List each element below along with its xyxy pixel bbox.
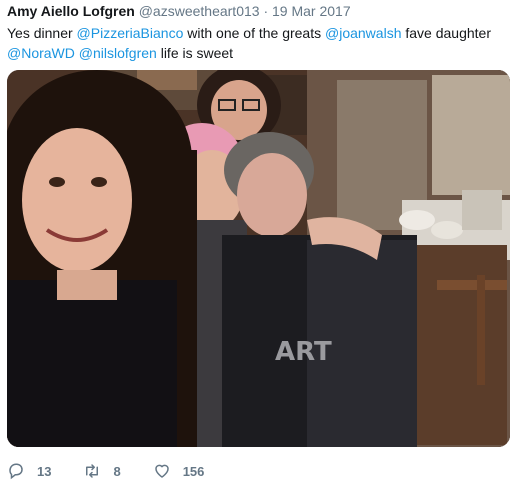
mention-link[interactable]: @NoraWD bbox=[7, 45, 75, 61]
tweet-date[interactable]: 19 Mar 2017 bbox=[272, 3, 351, 19]
mention-link[interactable]: @nilslofgren bbox=[79, 45, 157, 61]
svg-text:ART: ART bbox=[275, 337, 332, 367]
like-button[interactable]: 156 bbox=[153, 462, 205, 480]
retweet-icon bbox=[83, 462, 101, 480]
header-separator: · bbox=[263, 3, 269, 19]
heart-icon bbox=[153, 462, 171, 480]
mention-link[interactable]: @joanwalsh bbox=[325, 25, 401, 41]
tweet-text-part: life is sweet bbox=[156, 45, 234, 61]
retweet-count: 8 bbox=[113, 463, 121, 479]
like-count: 156 bbox=[182, 463, 205, 479]
tweet-text-part: Yes dinner bbox=[7, 25, 77, 41]
reply-count: 13 bbox=[37, 463, 52, 479]
tweet-text-part: with one of the greats bbox=[183, 25, 325, 41]
tweet-card: Amy Aiello Lofgren @azsweetheart013 · 19… bbox=[0, 0, 524, 490]
display-name[interactable]: Amy Aiello Lofgren bbox=[7, 3, 135, 19]
tweet-actions: 13 8 156 bbox=[7, 460, 236, 482]
photo-illustration: ART bbox=[7, 70, 510, 447]
reply-button[interactable]: 13 bbox=[7, 462, 51, 480]
tweet-photo[interactable]: ART bbox=[7, 70, 510, 447]
tweet-text-part: fave daughter bbox=[401, 25, 491, 41]
mention-link[interactable]: @PizzeriaBianco bbox=[77, 25, 184, 41]
reply-icon bbox=[7, 462, 25, 480]
tweet-text: Yes dinner @PizzeriaBianco with one of t… bbox=[7, 23, 517, 63]
user-handle[interactable]: @azsweetheart013 bbox=[139, 3, 260, 19]
retweet-button[interactable]: 8 bbox=[83, 462, 121, 480]
tweet-header: Amy Aiello Lofgren @azsweetheart013 · 19… bbox=[7, 3, 351, 20]
